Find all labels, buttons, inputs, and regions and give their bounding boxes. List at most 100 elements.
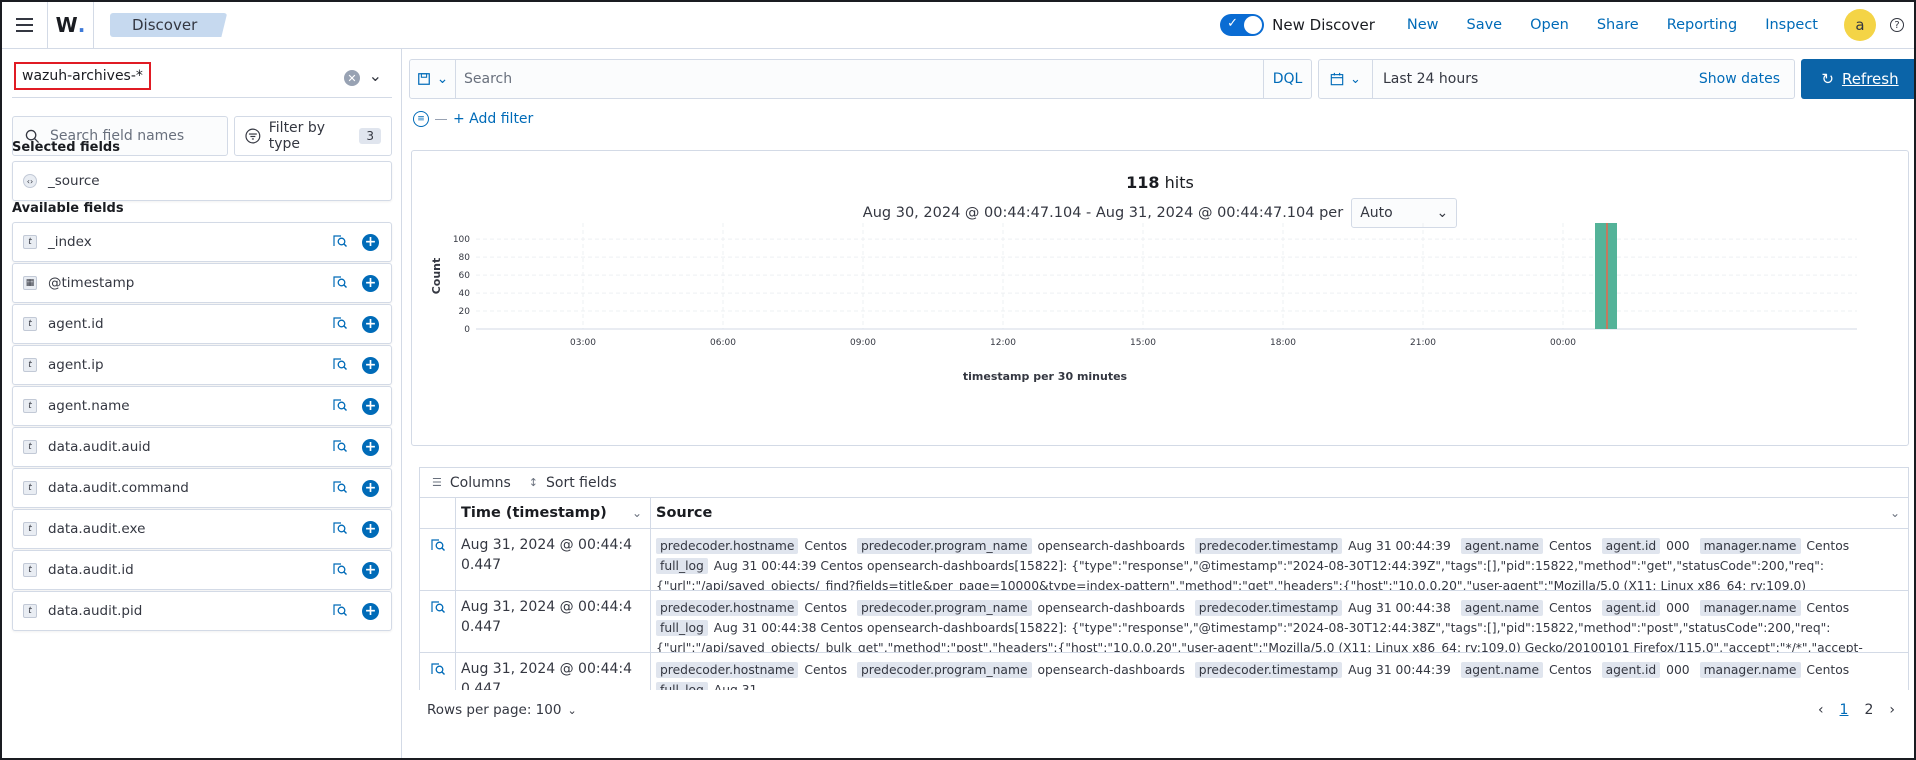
dql-button[interactable]: DQL <box>1263 60 1311 98</box>
add-field-icon[interactable]: + <box>362 561 379 579</box>
show-dates-link[interactable]: Show dates <box>1699 71 1780 87</box>
help-icon[interactable]: ? <box>1890 18 1904 32</box>
table-row[interactable]: Aug 31, 2024 @ 00:44:40.447 predecoder.ho… <box>419 529 1909 591</box>
field-details-icon[interactable] <box>332 315 350 333</box>
add-field-icon[interactable]: + <box>362 315 379 333</box>
string-type-icon: t <box>23 358 37 372</box>
logo-letter: W <box>55 13 78 37</box>
add-field-icon[interactable]: + <box>362 233 379 251</box>
available-field[interactable]: t agent.name + <box>12 386 392 426</box>
avatar[interactable]: a <box>1844 9 1876 41</box>
x-tick-label: 21:00 <box>1410 338 1436 348</box>
documents-table: ☰ Columns ↕ Sort fields Time (timestamp) ⌄ … <box>411 467 1909 758</box>
available-field[interactable]: t agent.id + <box>12 304 392 344</box>
field-name: _index <box>48 234 92 250</box>
filter-by-type-label: Filter by type <box>268 120 326 152</box>
available-field[interactable]: t data.audit.exe + <box>12 509 392 549</box>
share-link[interactable]: Share <box>1597 17 1639 33</box>
calendar-icon[interactable]: ⌄ <box>1319 60 1373 98</box>
string-type-icon: t <box>23 563 37 577</box>
selected-field-source[interactable]: ‹› _source <box>12 161 392 201</box>
columns-button[interactable]: ☰ Columns <box>432 475 511 491</box>
field-details-icon[interactable] <box>332 520 350 538</box>
field-details-icon[interactable] <box>332 602 350 620</box>
add-field-icon[interactable]: + <box>362 397 379 415</box>
page-link-1[interactable]: 1 <box>1840 702 1849 718</box>
field-details-icon[interactable] <box>332 233 350 251</box>
refresh-button[interactable]: ↻ Refresh <box>1801 59 1914 99</box>
menu-icon[interactable] <box>2 2 48 48</box>
field-value: Centos <box>1548 539 1592 553</box>
index-pattern-label[interactable]: wazuh-archives-* <box>14 62 151 90</box>
field-key-badge: predecoder.program_name <box>856 662 1032 678</box>
field-key-badge: manager.name <box>1699 662 1801 678</box>
field-details-icon[interactable] <box>332 356 350 374</box>
histogram-panel: 118 hits Aug 30, 2024 @ 00:44:47.104 - A… <box>411 150 1909 446</box>
time-column-header[interactable]: Time (timestamp) ⌄ <box>456 498 651 528</box>
new-discover-toggle[interactable]: ✓ New Discover <box>1220 14 1375 36</box>
field-key-badge: predecoder.hostname <box>656 538 799 554</box>
table-header: Time (timestamp) ⌄ Source ⌄ <box>419 497 1909 529</box>
sort-fields-button[interactable]: ↕ Sort fields <box>529 475 617 491</box>
field-value: opensearch-dashboards <box>1037 539 1185 553</box>
add-field-icon[interactable]: + <box>362 520 379 538</box>
query-input[interactable]: Search <box>456 71 1263 87</box>
field-name: @timestamp <box>48 275 135 291</box>
prev-page-icon[interactable]: ‹ <box>1818 702 1824 718</box>
add-field-icon[interactable]: + <box>362 479 379 497</box>
add-field-icon[interactable]: + <box>362 602 379 620</box>
field-details-icon[interactable] <box>332 274 350 292</box>
field-value: Aug 31 00:44:38 <box>1348 601 1451 615</box>
new-link[interactable]: New <box>1407 17 1439 33</box>
toggle-switch[interactable]: ✓ <box>1220 14 1265 36</box>
inspect-link[interactable]: Inspect <box>1765 17 1818 33</box>
rows-per-page-select[interactable]: Rows per page: 100 ⌄ <box>427 702 577 718</box>
available-field[interactable]: t data.audit.auid + <box>12 427 392 467</box>
add-field-icon[interactable]: + <box>362 274 379 292</box>
chevron-down-icon: ⌄ <box>567 704 577 717</box>
page-link-2[interactable]: 2 <box>1864 702 1873 718</box>
field-details-icon[interactable] <box>332 479 350 497</box>
date-picker: ⌄ Last 24 hours Show dates <box>1318 59 1795 99</box>
source-header-label: Source <box>656 505 713 521</box>
expand-row-icon[interactable] <box>420 591 456 652</box>
breadcrumb[interactable]: Discover <box>110 13 228 37</box>
chevron-down-icon[interactable]: ⌄ <box>1890 506 1900 520</box>
source-column-header[interactable]: Source ⌄ <box>651 498 1908 528</box>
available-field[interactable]: t data.audit.id + <box>12 550 392 590</box>
saved-queries-button[interactable]: ⌄ <box>410 60 456 98</box>
save-link[interactable]: Save <box>1467 17 1503 33</box>
field-details-icon[interactable] <box>332 438 350 456</box>
add-filter-link[interactable]: + Add filter <box>453 111 533 127</box>
rows-per-page-label: Rows per page: 100 <box>427 702 562 718</box>
field-details-icon[interactable] <box>332 561 350 579</box>
open-link[interactable]: Open <box>1530 17 1569 33</box>
index-pattern-selector[interactable]: wazuh-archives-* ✕ ⌄ <box>12 60 392 98</box>
date-range-text[interactable]: Last 24 hours <box>1373 71 1478 87</box>
x-tick-label: 06:00 <box>710 338 736 348</box>
next-page-icon[interactable]: › <box>1889 702 1895 718</box>
x-axis-label: timestamp per 30 minutes <box>963 370 1128 383</box>
available-field[interactable]: t data.audit.command + <box>12 468 392 508</box>
add-field-icon[interactable]: + <box>362 438 379 456</box>
table-row[interactable]: Aug 31, 2024 @ 00:44:40.447 predecoder.ho… <box>419 591 1909 653</box>
field-key-badge: predecoder.hostname <box>656 600 799 616</box>
reporting-link[interactable]: Reporting <box>1667 17 1738 33</box>
field-key-badge: predecoder.timestamp <box>1194 538 1343 554</box>
available-field[interactable]: t data.audit.pid + <box>12 591 392 631</box>
expand-row-icon[interactable] <box>420 529 456 590</box>
field-key-badge: predecoder.hostname <box>656 662 799 678</box>
available-field[interactable]: t agent.ip + <box>12 345 392 385</box>
y-tick-label: 40 <box>459 289 471 299</box>
chevron-down-icon[interactable]: ⌄ <box>369 66 382 85</box>
available-field[interactable]: ▦ @timestamp + <box>12 263 392 303</box>
wazuh-logo[interactable]: W. <box>48 2 94 48</box>
chevron-down-icon[interactable]: ⌄ <box>632 506 642 520</box>
available-field[interactable]: t _index + <box>12 222 392 262</box>
field-details-icon[interactable] <box>332 397 350 415</box>
filter-by-type-button[interactable]: Filter by type 3 <box>234 116 392 156</box>
field-value: opensearch-dashboards <box>1037 601 1185 615</box>
add-field-icon[interactable]: + <box>362 356 379 374</box>
filter-options-icon[interactable]: ≡ <box>413 111 429 127</box>
clear-icon[interactable]: ✕ <box>344 70 360 86</box>
